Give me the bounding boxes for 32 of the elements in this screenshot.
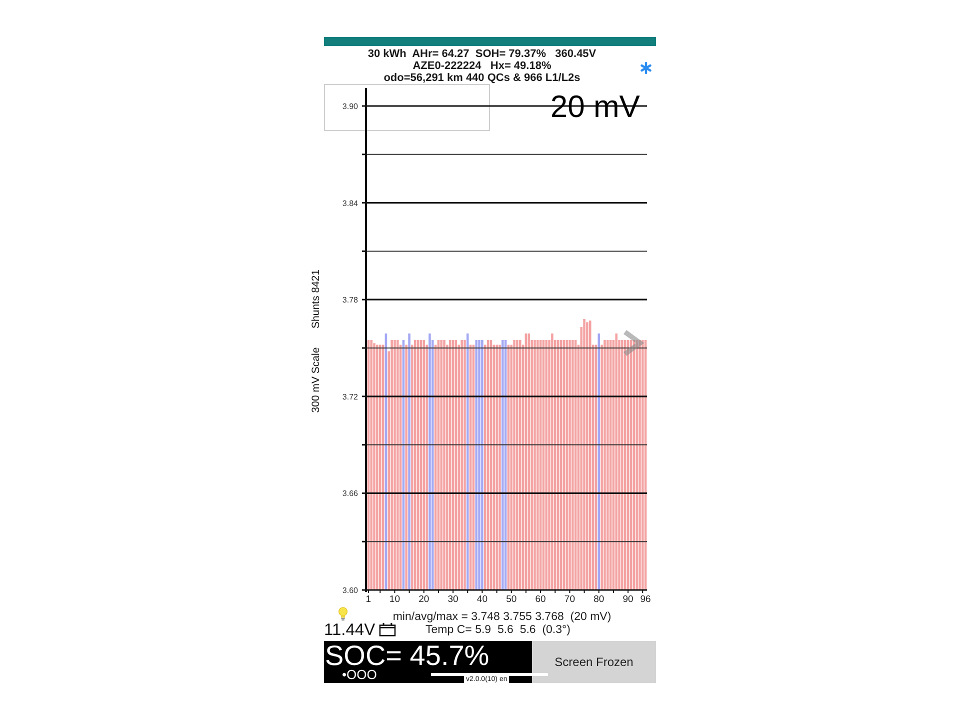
page-dots: •OOO [341, 669, 377, 681]
y-tick-label: 3.78 [342, 296, 358, 305]
x-tick-label: 96 [640, 594, 651, 605]
screen-frozen-button[interactable]: Screen Frozen [532, 641, 656, 683]
x-tick-label: 50 [506, 594, 517, 605]
y-tick-label: 3.72 [342, 392, 358, 402]
lightbulb-icon [338, 607, 348, 621]
temperature-text: Temp C= 5.9 5.6 5.6 (0.3°) [426, 624, 570, 636]
header-line: odo=56,291 km 440 QCs & 966 L1/L2s [382, 72, 582, 84]
y-tick-label: 3.60 [342, 586, 358, 595]
x-tick-label: 80 [594, 594, 604, 605]
x-tick-label: 1 [366, 594, 372, 605]
x-tick-label: 20 [418, 594, 430, 605]
x-tick-label: 30 [448, 594, 458, 605]
y-axis-label: 300 mV Scale [310, 347, 322, 413]
min-avg-max-text: min/avg/max = 3.748 3.755 3.768 (20 mV) [392, 611, 612, 623]
chevron-right-icon[interactable] [624, 330, 644, 356]
x-tick-label: 60 [535, 594, 546, 605]
x-tick-label: 40 [476, 594, 488, 605]
header-line: 30 kWh AHr= 64.27 SOH= 79.37% 360.45V [366, 48, 598, 60]
x-tick-label: 70 [564, 594, 575, 605]
aux-voltage-text: 11.44V [324, 622, 376, 638]
battery-icon [379, 622, 396, 637]
y-tick-label: 3.84 [342, 198, 358, 208]
y-tick-label: 3.66 [342, 489, 358, 498]
shunts-label: Shunts 8421 [310, 270, 322, 328]
asterisk-icon[interactable] [640, 62, 652, 74]
x-tick-label: 10 [389, 594, 400, 605]
x-tick-label: 90 [622, 594, 634, 605]
y-tick-label: 3.90 [342, 102, 358, 111]
header-line: AZE0-222224 Hx= 49.18% [412, 60, 552, 72]
soc-text: SOC= 45.7% [324, 642, 490, 669]
